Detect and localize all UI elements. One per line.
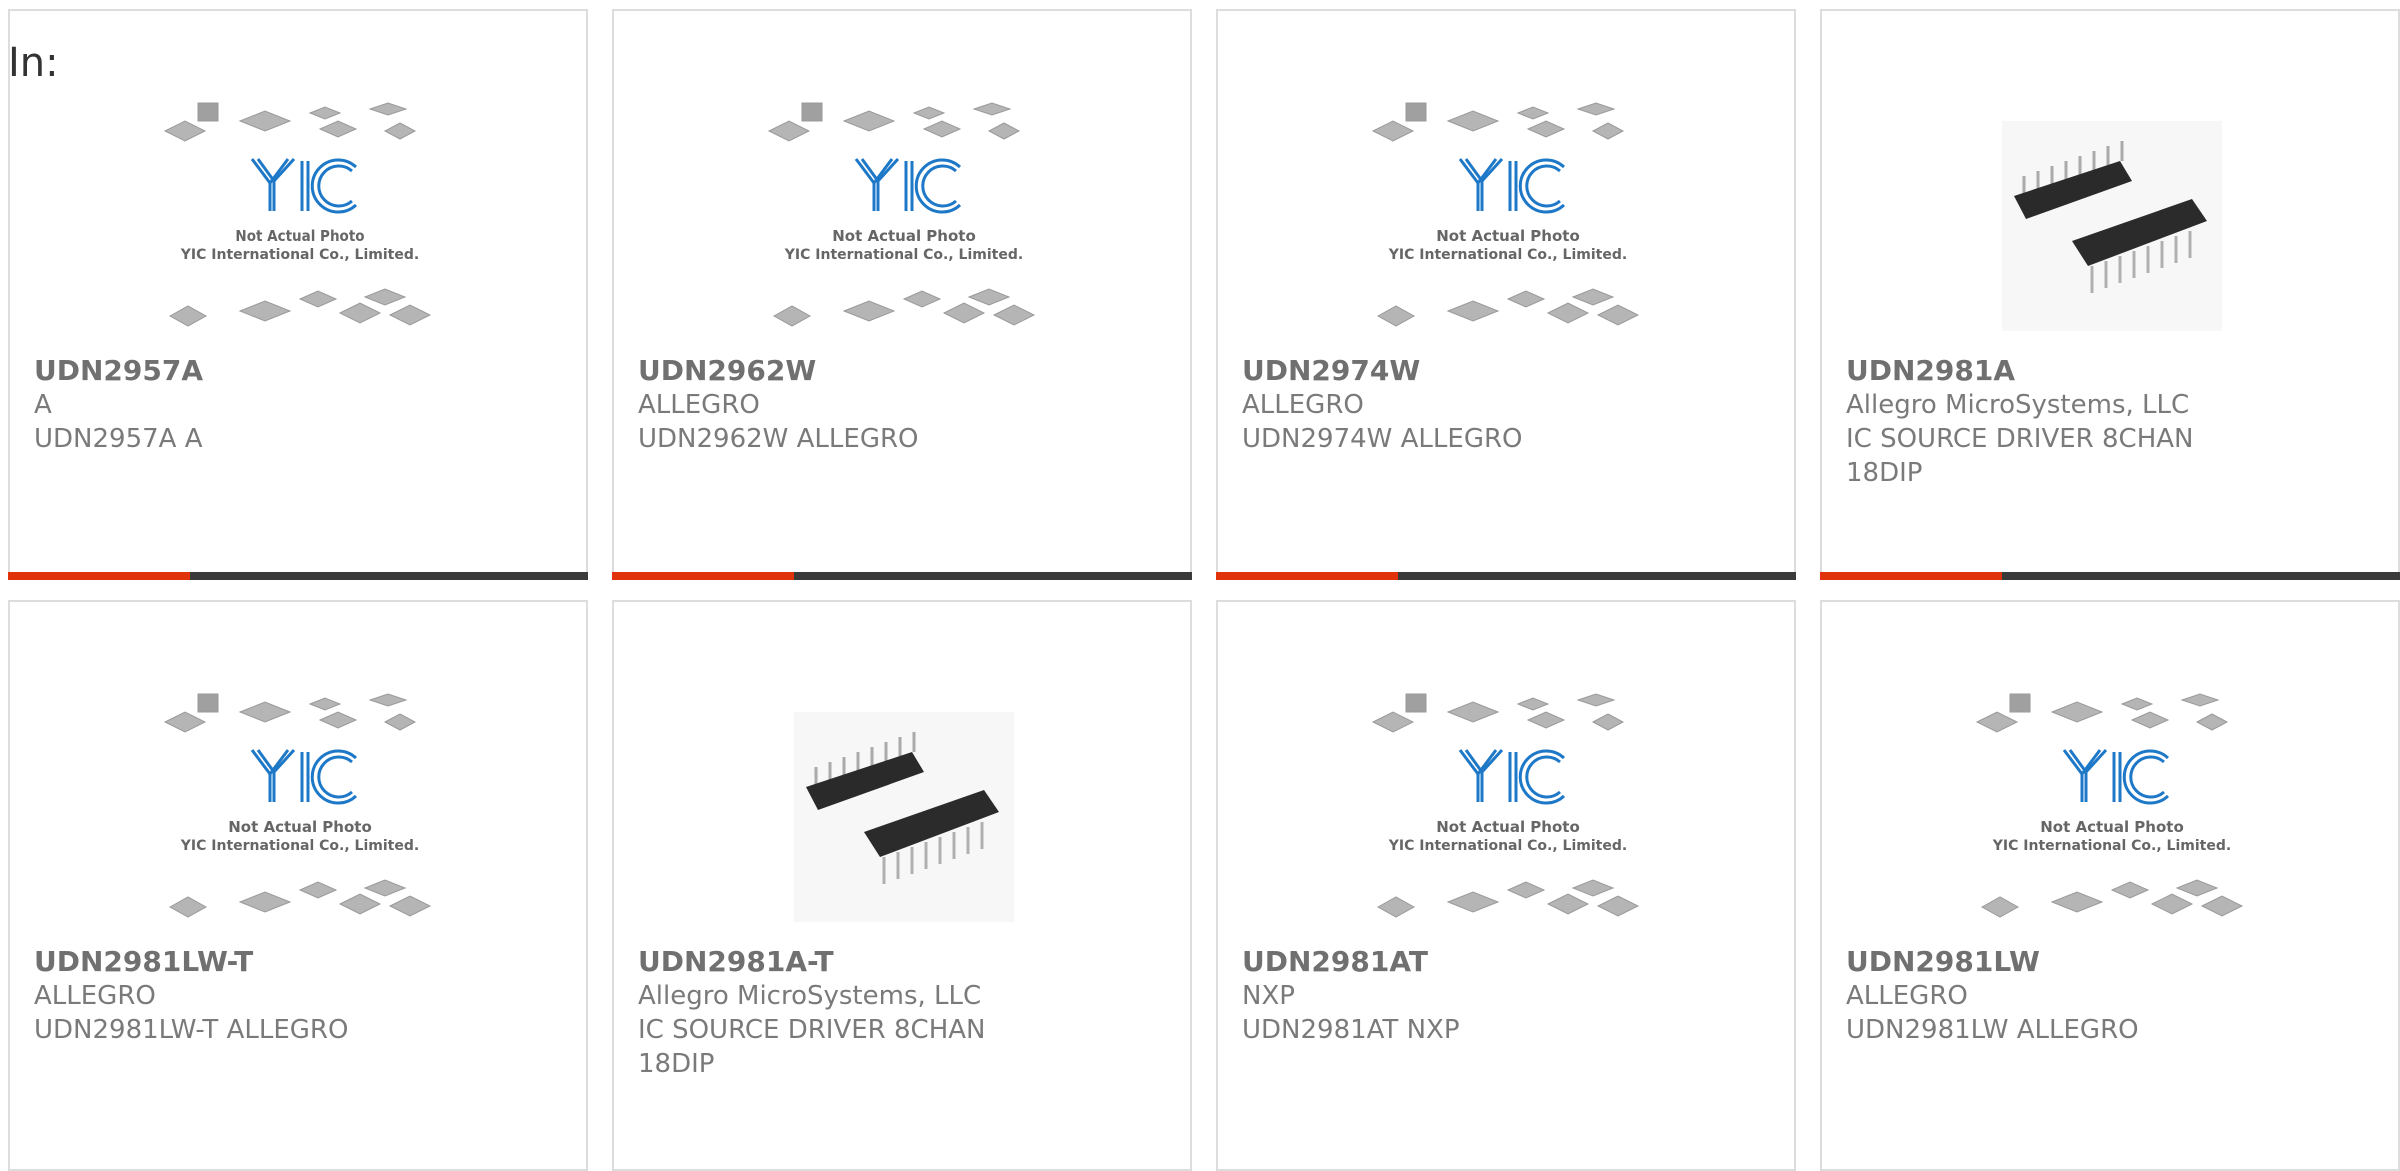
card-accent xyxy=(1216,572,1398,580)
description: IC SOURCE DRIVER 8CHAN 18DIP xyxy=(1846,424,2194,488)
description: UDN2974W ALLEGRO xyxy=(1242,424,1523,454)
description: UDN2957A A xyxy=(34,424,203,454)
svg-text:YIC International Co., Limited: YIC International Co., Limited. xyxy=(1992,838,2231,854)
part-number[interactable]: UDN2962W xyxy=(638,354,1170,388)
product-image-placeholder: Not Actual Photo YIC International Co., … xyxy=(160,692,440,942)
card-bottom-bar xyxy=(8,572,588,580)
card-bottom-bar xyxy=(612,572,1192,580)
part-number[interactable]: UDN2981A-T xyxy=(638,945,1170,979)
description: UDN2981LW-T ALLEGRO xyxy=(34,1015,349,1045)
brand: ALLEGRO xyxy=(1846,981,1968,1011)
svg-text:YIC International Co., Limited: YIC International Co., Limited. xyxy=(180,838,419,854)
product-image-placeholder: Not Actual Photo YIC International Co., … xyxy=(1368,101,1648,351)
description: UDN2981LW ALLEGRO xyxy=(1846,1015,2139,1045)
product-grid: Not Actual Photo YIC International Co., … xyxy=(8,9,2400,1171)
svg-text:YIC International Co., Limited: YIC International Co., Limited. xyxy=(180,247,419,263)
svg-text:Not Actual Photo: Not Actual Photo xyxy=(1436,227,1580,245)
brand: ALLEGRO xyxy=(34,981,156,1011)
in-label: In: xyxy=(8,40,59,86)
product-info: UDN2974W ALLEGRO UDN2974W ALLEGRO xyxy=(1242,354,1774,456)
product-card[interactable]: UDN2981A Allegro MicroSystems, LLC IC SO… xyxy=(1820,9,2400,580)
product-image-placeholder: Not Actual Photo YIC International Co., … xyxy=(1972,692,2252,942)
part-number[interactable]: UDN2974W xyxy=(1242,354,1774,388)
card-bottom-bar xyxy=(1216,572,1796,580)
product-card[interactable]: Not Actual Photo YIC International Co., … xyxy=(8,9,588,580)
product-card[interactable]: Not Actual Photo YIC International Co., … xyxy=(1216,600,1796,1171)
product-card[interactable]: Not Actual Photo YIC International Co., … xyxy=(612,9,1192,580)
part-number[interactable]: UDN2981LW xyxy=(1846,945,2378,979)
svg-text:Not Actual Photo: Not Actual Photo xyxy=(235,227,364,245)
brand: A xyxy=(34,390,52,420)
svg-text:YIC International Co., Limited: YIC International Co., Limited. xyxy=(784,247,1023,263)
product-card[interactable]: Not Actual Photo YIC International Co., … xyxy=(1820,600,2400,1171)
brand: NXP xyxy=(1242,981,1295,1011)
product-image-placeholder: Not Actual Photo YIC International Co., … xyxy=(764,101,1044,351)
svg-text:Not Actual Photo: Not Actual Photo xyxy=(1436,818,1580,836)
product-info: UDN2981LW-T ALLEGRO UDN2981LW-T ALLEGRO xyxy=(34,945,566,1047)
product-photo-dip-ic xyxy=(1972,101,2252,351)
product-image-placeholder: Not Actual Photo YIC International Co., … xyxy=(160,101,440,351)
product-image-placeholder: Not Actual Photo YIC International Co., … xyxy=(1368,692,1648,942)
product-photo-dip-ic xyxy=(764,692,1044,942)
part-number[interactable]: UDN2981A xyxy=(1846,354,2378,388)
product-info: UDN2981LW ALLEGRO UDN2981LW ALLEGRO xyxy=(1846,945,2378,1047)
part-number[interactable]: UDN2957A xyxy=(34,354,566,388)
description: UDN2962W ALLEGRO xyxy=(638,424,919,454)
product-info: UDN2981A Allegro MicroSystems, LLC IC SO… xyxy=(1846,354,2378,490)
description: IC SOURCE DRIVER 8CHAN 18DIP xyxy=(638,1015,986,1079)
product-info: UDN2957A A UDN2957A A xyxy=(34,354,566,456)
product-card[interactable]: UDN2981A-T Allegro MicroSystems, LLC IC … xyxy=(612,600,1192,1171)
svg-text:Not Actual Photo: Not Actual Photo xyxy=(228,818,372,836)
brand: Allegro MicroSystems, LLC xyxy=(1846,390,2190,420)
svg-text:Not Actual Photo: Not Actual Photo xyxy=(2040,818,2184,836)
product-card[interactable]: Not Actual Photo YIC International Co., … xyxy=(8,600,588,1171)
svg-text:YIC International Co., Limited: YIC International Co., Limited. xyxy=(1388,838,1627,854)
brand: Allegro MicroSystems, LLC xyxy=(638,981,982,1011)
card-accent xyxy=(612,572,794,580)
part-number[interactable]: UDN2981AT xyxy=(1242,945,1774,979)
brand: ALLEGRO xyxy=(1242,390,1364,420)
card-accent xyxy=(8,572,190,580)
product-info: UDN2981AT NXP UDN2981AT NXP xyxy=(1242,945,1774,1047)
part-number[interactable]: UDN2981LW-T xyxy=(34,945,566,979)
description: UDN2981AT NXP xyxy=(1242,1015,1460,1045)
product-card[interactable]: Not Actual Photo YIC International Co., … xyxy=(1216,9,1796,580)
card-bottom-bar xyxy=(1820,572,2400,580)
product-info: UDN2962W ALLEGRO UDN2962W ALLEGRO xyxy=(638,354,1170,456)
brand: ALLEGRO xyxy=(638,390,760,420)
svg-text:Not Actual Photo: Not Actual Photo xyxy=(832,227,976,245)
svg-text:YIC International Co., Limited: YIC International Co., Limited. xyxy=(1388,247,1627,263)
card-accent xyxy=(1820,572,2002,580)
product-info: UDN2981A-T Allegro MicroSystems, LLC IC … xyxy=(638,945,1170,1081)
